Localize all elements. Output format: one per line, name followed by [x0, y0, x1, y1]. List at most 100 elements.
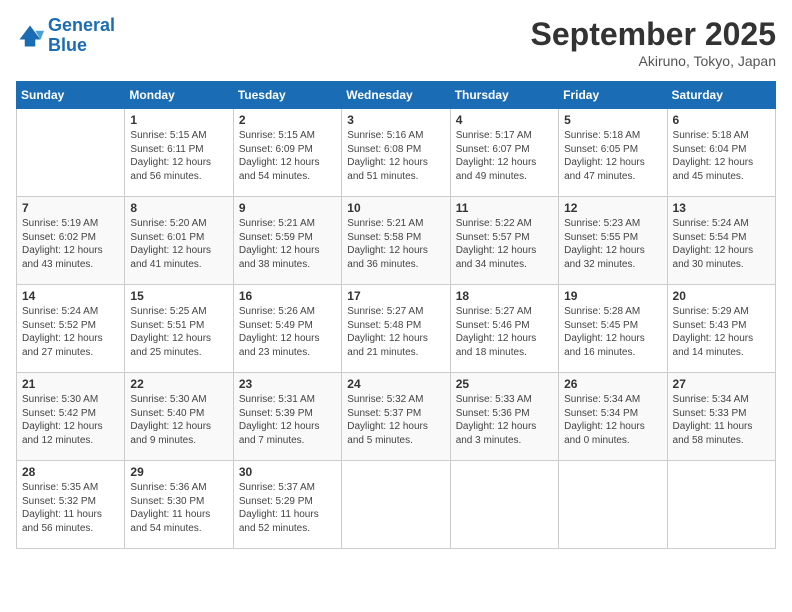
- calendar-cell: 20 Sunrise: 5:29 AM Sunset: 5:43 PM Dayli…: [667, 285, 775, 373]
- month-title: September 2025: [531, 16, 776, 53]
- calendar-cell: 23 Sunrise: 5:31 AM Sunset: 5:39 PM Dayli…: [233, 373, 341, 461]
- day-info: Sunrise: 5:19 AM Sunset: 6:02 PM Dayligh…: [22, 217, 119, 271]
- day-info: Sunrise: 5:31 AM Sunset: 5:39 PM Dayligh…: [239, 393, 336, 447]
- page-header: General Blue September 2025 Akiruno, Tok…: [16, 16, 776, 69]
- calendar-cell: [559, 461, 667, 549]
- calendar-cell: 11 Sunrise: 5:22 AM Sunset: 5:57 PM Dayli…: [450, 197, 558, 285]
- calendar-cell: 8 Sunrise: 5:20 AM Sunset: 6:01 PM Daylig…: [125, 197, 233, 285]
- week-row-2: 7 Sunrise: 5:19 AM Sunset: 6:02 PM Daylig…: [17, 197, 776, 285]
- week-row-4: 21 Sunrise: 5:30 AM Sunset: 5:42 PM Dayli…: [17, 373, 776, 461]
- day-number: 4: [456, 113, 553, 127]
- logo-icon: [16, 22, 44, 50]
- day-info: Sunrise: 5:36 AM Sunset: 5:30 PM Dayligh…: [130, 481, 227, 535]
- day-number: 23: [239, 377, 336, 391]
- day-info: Sunrise: 5:34 AM Sunset: 5:34 PM Dayligh…: [564, 393, 661, 447]
- day-number: 26: [564, 377, 661, 391]
- day-info: Sunrise: 5:27 AM Sunset: 5:46 PM Dayligh…: [456, 305, 553, 359]
- calendar-cell: 17Sunrise: 5:27 AM Sunset: 5:48 PM Dayli…: [342, 285, 450, 373]
- logo: General Blue: [16, 16, 115, 56]
- calendar-cell: 22Sunrise: 5:30 AM Sunset: 5:40 PM Dayli…: [125, 373, 233, 461]
- day-info: Sunrise: 5:21 AM Sunset: 5:59 PM Dayligh…: [239, 217, 336, 271]
- location: Akiruno, Tokyo, Japan: [531, 53, 776, 69]
- calendar-cell: 21 Sunrise: 5:30 AM Sunset: 5:42 PM Dayli…: [17, 373, 125, 461]
- day-number: 18: [456, 289, 553, 303]
- day-number: 16: [239, 289, 336, 303]
- week-row-1: 1 Sunrise: 5:15 AM Sunset: 6:11 PM Daylig…: [17, 109, 776, 197]
- week-row-3: 14 Sunrise: 5:24 AM Sunset: 5:52 PM Dayli…: [17, 285, 776, 373]
- calendar-cell: 5 Sunrise: 5:18 AM Sunset: 6:05 PM Daylig…: [559, 109, 667, 197]
- calendar-cell: 9 Sunrise: 5:21 AM Sunset: 5:59 PM Daylig…: [233, 197, 341, 285]
- day-number: 15: [130, 289, 227, 303]
- day-number: 8: [130, 201, 227, 215]
- day-info: Sunrise: 5:35 AM Sunset: 5:32 PM Dayligh…: [22, 481, 119, 535]
- header-row: SundayMondayTuesdayWednesdayThursdayFrid…: [17, 82, 776, 109]
- day-number: 13: [673, 201, 770, 215]
- day-number: 7: [22, 201, 119, 215]
- day-info: Sunrise: 5:22 AM Sunset: 5:57 PM Dayligh…: [456, 217, 553, 271]
- calendar-cell: [342, 461, 450, 549]
- day-number: 19: [564, 289, 661, 303]
- calendar-cell: 3Sunrise: 5:16 AM Sunset: 6:08 PM Daylig…: [342, 109, 450, 197]
- calendar-cell: 30 Sunrise: 5:37 AM Sunset: 5:29 PM Dayli…: [233, 461, 341, 549]
- calendar-cell: 6Sunrise: 5:18 AM Sunset: 6:04 PM Daylig…: [667, 109, 775, 197]
- day-header-wednesday: Wednesday: [342, 82, 450, 109]
- calendar-cell: 26 Sunrise: 5:34 AM Sunset: 5:34 PM Dayli…: [559, 373, 667, 461]
- day-header-tuesday: Tuesday: [233, 82, 341, 109]
- calendar-cell: 16 Sunrise: 5:26 AM Sunset: 5:49 PM Dayli…: [233, 285, 341, 373]
- day-number: 27: [673, 377, 770, 391]
- day-header-thursday: Thursday: [450, 82, 558, 109]
- calendar-cell: 7 Sunrise: 5:19 AM Sunset: 6:02 PM Daylig…: [17, 197, 125, 285]
- day-info: Sunrise: 5:34 AM Sunset: 5:33 PM Dayligh…: [673, 393, 770, 447]
- calendar-cell: 13 Sunrise: 5:24 AM Sunset: 5:54 PM Dayli…: [667, 197, 775, 285]
- day-info: Sunrise: 5:18 AM Sunset: 6:05 PM Dayligh…: [564, 129, 661, 183]
- day-info: Sunrise: 5:21 AM Sunset: 5:58 PM Dayligh…: [347, 217, 444, 271]
- day-number: 20: [673, 289, 770, 303]
- day-info: Sunrise: 5:26 AM Sunset: 5:49 PM Dayligh…: [239, 305, 336, 359]
- calendar-cell: 29 Sunrise: 5:36 AM Sunset: 5:30 PM Dayli…: [125, 461, 233, 549]
- calendar-cell: 2 Sunrise: 5:15 AM Sunset: 6:09 PM Daylig…: [233, 109, 341, 197]
- day-info: Sunrise: 5:29 AM Sunset: 5:43 PM Dayligh…: [673, 305, 770, 359]
- day-number: 9: [239, 201, 336, 215]
- calendar-cell: 28 Sunrise: 5:35 AM Sunset: 5:32 PM Dayli…: [17, 461, 125, 549]
- calendar-cell: [450, 461, 558, 549]
- day-info: Sunrise: 5:15 AM Sunset: 6:11 PM Dayligh…: [130, 129, 227, 183]
- day-header-sunday: Sunday: [17, 82, 125, 109]
- day-info: Sunrise: 5:24 AM Sunset: 5:52 PM Dayligh…: [22, 305, 119, 359]
- calendar-cell: 24Sunrise: 5:32 AM Sunset: 5:37 PM Dayli…: [342, 373, 450, 461]
- day-number: 21: [22, 377, 119, 391]
- calendar-cell: 10 Sunrise: 5:21 AM Sunset: 5:58 PM Dayli…: [342, 197, 450, 285]
- day-number: 14: [22, 289, 119, 303]
- calendar-cell: 25 Sunrise: 5:33 AM Sunset: 5:36 PM Dayli…: [450, 373, 558, 461]
- day-number: 10: [347, 201, 444, 215]
- day-number: 5: [564, 113, 661, 127]
- day-number: 24: [347, 377, 444, 391]
- calendar-cell: [667, 461, 775, 549]
- day-number: 30: [239, 465, 336, 479]
- day-info: Sunrise: 5:16 AM Sunset: 6:08 PM Dayligh…: [347, 129, 444, 183]
- day-info: Sunrise: 5:33 AM Sunset: 5:36 PM Dayligh…: [456, 393, 553, 447]
- day-number: 25: [456, 377, 553, 391]
- day-number: 29: [130, 465, 227, 479]
- day-info: Sunrise: 5:28 AM Sunset: 5:45 PM Dayligh…: [564, 305, 661, 359]
- day-number: 28: [22, 465, 119, 479]
- day-info: Sunrise: 5:25 AM Sunset: 5:51 PM Dayligh…: [130, 305, 227, 359]
- calendar-cell: 12Sunrise: 5:23 AM Sunset: 5:55 PM Dayli…: [559, 197, 667, 285]
- day-number: 11: [456, 201, 553, 215]
- day-number: 1: [130, 113, 227, 127]
- calendar-table: SundayMondayTuesdayWednesdayThursdayFrid…: [16, 81, 776, 549]
- day-info: Sunrise: 5:30 AM Sunset: 5:42 PM Dayligh…: [22, 393, 119, 447]
- calendar-cell: 15 Sunrise: 5:25 AM Sunset: 5:51 PM Dayli…: [125, 285, 233, 373]
- week-row-5: 28 Sunrise: 5:35 AM Sunset: 5:32 PM Dayli…: [17, 461, 776, 549]
- day-info: Sunrise: 5:20 AM Sunset: 6:01 PM Dayligh…: [130, 217, 227, 271]
- day-number: 2: [239, 113, 336, 127]
- calendar-cell: 14 Sunrise: 5:24 AM Sunset: 5:52 PM Dayli…: [17, 285, 125, 373]
- calendar-cell: 4Sunrise: 5:17 AM Sunset: 6:07 PM Daylig…: [450, 109, 558, 197]
- day-info: Sunrise: 5:24 AM Sunset: 5:54 PM Dayligh…: [673, 217, 770, 271]
- day-info: Sunrise: 5:15 AM Sunset: 6:09 PM Dayligh…: [239, 129, 336, 183]
- day-info: Sunrise: 5:37 AM Sunset: 5:29 PM Dayligh…: [239, 481, 336, 535]
- logo-text: General Blue: [48, 16, 115, 56]
- day-number: 6: [673, 113, 770, 127]
- day-number: 22: [130, 377, 227, 391]
- calendar-cell: 19 Sunrise: 5:28 AM Sunset: 5:45 PM Dayli…: [559, 285, 667, 373]
- calendar-cell: 1 Sunrise: 5:15 AM Sunset: 6:11 PM Daylig…: [125, 109, 233, 197]
